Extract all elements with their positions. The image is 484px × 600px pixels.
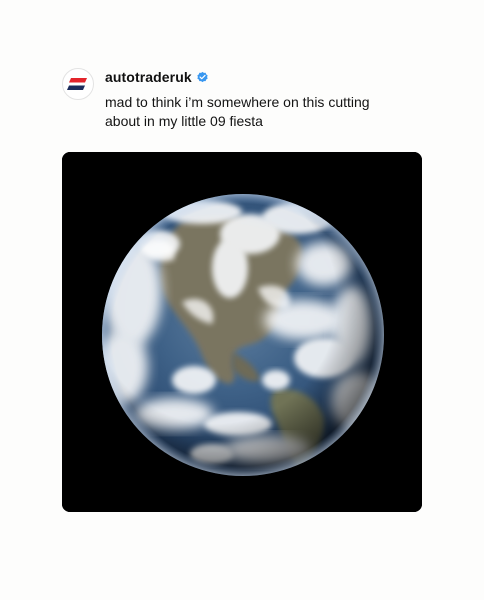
verified-badge-icon bbox=[197, 71, 208, 82]
username[interactable]: autotraderuk bbox=[105, 69, 192, 85]
post-card: autotraderuk mad to think i’m somewhere … bbox=[0, 0, 484, 600]
earth-photo bbox=[62, 152, 422, 512]
username-row: autotraderuk bbox=[105, 67, 209, 87]
autotrader-logo-icon bbox=[67, 78, 87, 90]
post-caption: mad to think i’m somewhere on this cutti… bbox=[105, 94, 370, 129]
avatar[interactable] bbox=[62, 68, 94, 100]
post-header: autotraderuk mad to think i’m somewhere … bbox=[62, 64, 422, 144]
earth-globe-illustration bbox=[62, 152, 422, 512]
